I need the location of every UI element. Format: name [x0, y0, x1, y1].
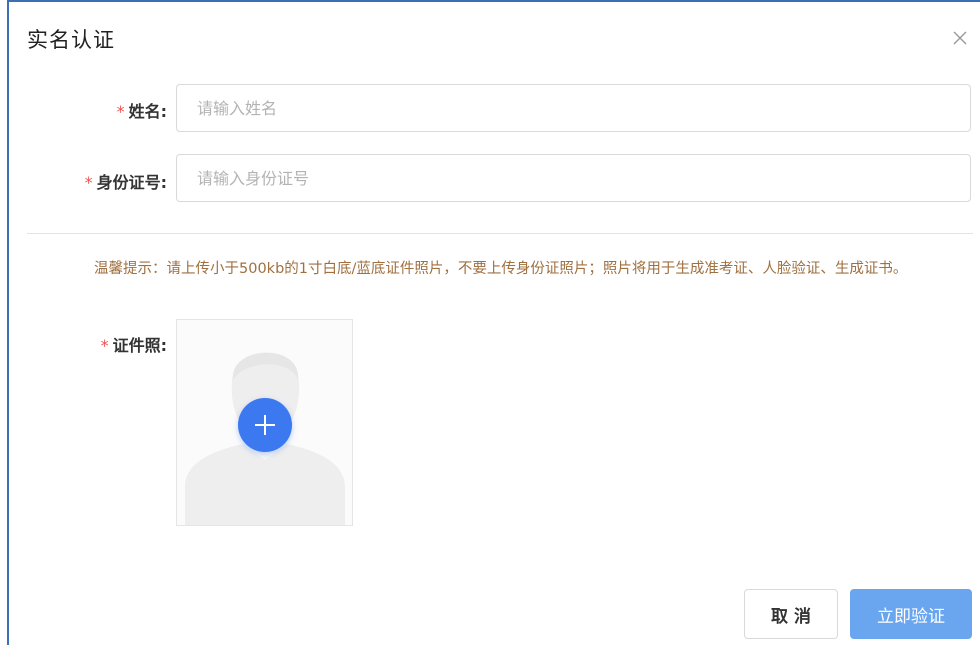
id-number-label: 身份证号: — [96, 173, 167, 192]
close-icon[interactable] — [949, 27, 971, 49]
photo-label-row: * 证件照: — [29, 332, 167, 356]
dialog-title: 实名认证 — [27, 28, 115, 52]
divider — [27, 233, 973, 234]
required-mark: * — [116, 102, 125, 121]
verification-dialog: 实名认证 *姓名: *身份证号: 温馨提示：请上传小于500kb的1寸白底/蓝底… — [7, 0, 980, 645]
cancel-button[interactable]: 取消 — [744, 589, 838, 639]
required-mark: * — [100, 336, 109, 355]
photo-label: 证件照: — [112, 336, 167, 355]
name-label-row: * 姓名: — [29, 98, 167, 122]
id-number-label-row: * 身份证号: — [29, 169, 167, 193]
upload-hint: 温馨提示：请上传小于500kb的1寸白底/蓝底证件照片，不要上传身份证照片；照片… — [94, 261, 908, 277]
submit-verify-button[interactable]: 立即验证 — [850, 589, 972, 639]
required-mark: * — [84, 173, 93, 192]
name-label: 姓名: — [128, 102, 167, 121]
plus-icon[interactable] — [238, 398, 292, 452]
id-number-input[interactable] — [176, 154, 971, 202]
photo-upload-area[interactable] — [176, 319, 353, 526]
name-input[interactable] — [176, 84, 971, 132]
